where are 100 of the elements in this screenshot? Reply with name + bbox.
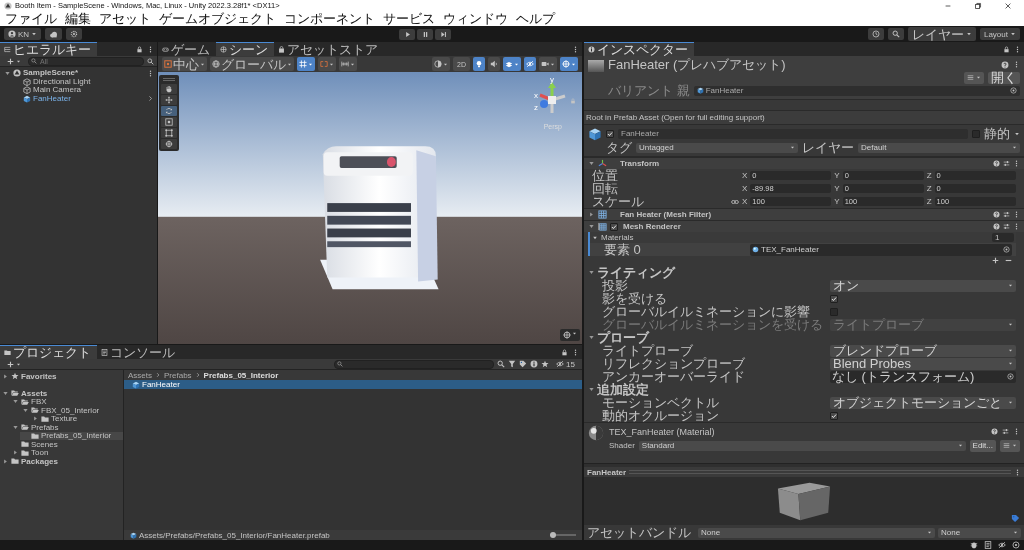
view-toggle[interactable]: [473, 57, 485, 71]
menu-item[interactable]: ゲームオブジェクト: [159, 11, 276, 26]
view-toggle[interactable]: [488, 57, 500, 71]
checkbox[interactable]: [830, 411, 838, 420]
collapse-arrow-icon[interactable]: [588, 160, 595, 167]
tree-row[interactable]: Scenes: [10, 440, 123, 449]
snap-toggle[interactable]: [318, 57, 336, 71]
settings-icon[interactable]: [1003, 223, 1010, 230]
collapse-arrow-icon[interactable]: [22, 406, 29, 414]
section-title[interactable]: ライティング: [597, 266, 675, 279]
list-dropdown[interactable]: [1000, 439, 1020, 452]
help-icon[interactable]: [1001, 60, 1009, 69]
collapse-arrow-icon[interactable]: [588, 269, 595, 276]
layout-dropdown[interactable]: Layout: [979, 28, 1020, 40]
tree-row[interactable]: FBX_05_Interior: [20, 406, 123, 415]
settings-icon[interactable]: [1003, 211, 1010, 218]
help-icon[interactable]: [993, 223, 1000, 230]
link-icon[interactable]: [731, 197, 739, 206]
expand-arrow-icon[interactable]: [588, 211, 595, 218]
checkbox[interactable]: [830, 307, 838, 316]
hierarchy-item[interactable]: Main Camera: [33, 86, 81, 95]
dropdown[interactable]: Blend Probes: [830, 357, 1016, 370]
star-icon[interactable]: [541, 360, 550, 368]
open-button[interactable]: 開く: [988, 71, 1020, 84]
tree-row[interactable]: Favorites: [0, 372, 123, 381]
view-toggle[interactable]: [503, 57, 521, 71]
target-icon[interactable]: [1012, 541, 1020, 549]
breadcrumb-item[interactable]: Prefabs: [164, 370, 192, 380]
tree-row[interactable]: Prefabs_05_Interior: [20, 431, 123, 440]
minus-icon[interactable]: [1005, 257, 1012, 264]
name-field[interactable]: FanHeater: [618, 128, 968, 139]
tree-row[interactable]: Toon: [10, 448, 123, 457]
enable-checkbox[interactable]: [610, 222, 618, 231]
snap-toggle[interactable]: [297, 57, 315, 71]
tool-button[interactable]: [161, 128, 177, 138]
lock-icon[interactable]: [561, 348, 568, 356]
tree-row[interactable]: Texture: [30, 414, 123, 423]
collapse-arrow-icon[interactable]: [12, 398, 19, 406]
panel-tab[interactable]: プロジェクト: [0, 345, 97, 359]
object-field[interactable]: なし (トランスフォーム): [830, 370, 1016, 383]
expand-arrow-icon[interactable]: [2, 372, 9, 380]
more-icon[interactable]: [1013, 223, 1020, 230]
edit-button[interactable]: Edit...: [969, 439, 996, 452]
more-icon[interactable]: [1013, 211, 1020, 218]
file-row[interactable]: FanHeater: [124, 380, 582, 389]
view-tab[interactable]: シーン: [216, 42, 274, 56]
tool-button[interactable]: [161, 106, 177, 116]
menu-item[interactable]: ウィンドウ: [443, 11, 508, 26]
gizmo-icon[interactable]: [563, 331, 571, 339]
tag-icon[interactable]: [519, 360, 528, 368]
expand-arrow-icon[interactable]: [2, 457, 9, 465]
menu-item[interactable]: 編集: [65, 11, 91, 26]
close-icon[interactable]: [1004, 1, 1012, 10]
more-icon[interactable]: [1013, 160, 1020, 167]
variant-field[interactable]: FanHeater: [693, 85, 1020, 96]
shader-dropdown[interactable]: Standard: [638, 440, 966, 451]
zoom-slider[interactable]: [550, 532, 576, 538]
tool-button[interactable]: [161, 84, 177, 94]
slider-thumb[interactable]: [550, 532, 556, 538]
collapse-arrow-icon[interactable]: [592, 234, 598, 241]
hierarchy-item[interactable]: Directional Light: [33, 77, 91, 86]
account-dropdown[interactable]: KN: [4, 28, 42, 40]
more-icon[interactable]: [147, 45, 154, 53]
play-button[interactable]: [399, 28, 416, 40]
tree-row[interactable]: FBX: [10, 397, 123, 406]
breadcrumb-item[interactable]: Prefabs_05_Interior: [203, 370, 279, 380]
section-title[interactable]: 追加設定: [597, 383, 649, 396]
collapse-arrow-icon[interactable]: [588, 334, 595, 341]
object-field[interactable]: TEX_FanHeater: [750, 243, 1012, 256]
dropdown[interactable]: オブジェクトモーションごと: [830, 396, 1016, 409]
settings-icon[interactable]: [1002, 428, 1009, 435]
history-button[interactable]: [867, 28, 884, 40]
menu-item[interactable]: ファイル: [5, 11, 57, 26]
space-dropdown[interactable]: グローバル: [210, 57, 294, 71]
pause-button[interactable]: [417, 28, 434, 40]
more-icon[interactable]: [1014, 468, 1021, 476]
label-icon[interactable]: [1011, 514, 1020, 523]
cloud-button[interactable]: [45, 28, 63, 40]
lock-icon[interactable]: [136, 45, 143, 53]
hidden-packages-toggle[interactable]: 15: [552, 358, 579, 370]
settings-button[interactable]: [66, 28, 83, 40]
search-field[interactable]: [334, 359, 495, 369]
caret-icon[interactable]: [1014, 130, 1020, 137]
collapse-arrow-icon[interactable]: [588, 386, 595, 393]
help-icon[interactable]: [993, 211, 1000, 218]
tool-button[interactable]: [161, 95, 177, 105]
settings-icon[interactable]: [1003, 160, 1010, 167]
view-toggle[interactable]: [560, 57, 578, 71]
important-icon[interactable]: [530, 360, 539, 368]
console-icon[interactable]: [984, 541, 992, 549]
more-icon[interactable]: [1013, 61, 1020, 68]
layer-dropdown[interactable]: Default: [858, 142, 1020, 153]
shading-dropdown[interactable]: [432, 57, 451, 71]
snap-toggle[interactable]: [339, 57, 357, 71]
more-icon[interactable]: [572, 45, 579, 53]
help-icon[interactable]: [991, 428, 998, 435]
menu-item[interactable]: アセット: [99, 11, 151, 26]
preview-cube-drawing[interactable]: [776, 480, 832, 522]
expand-arrow-icon[interactable]: [12, 449, 19, 457]
dropdown[interactable]: オン: [830, 279, 1016, 292]
